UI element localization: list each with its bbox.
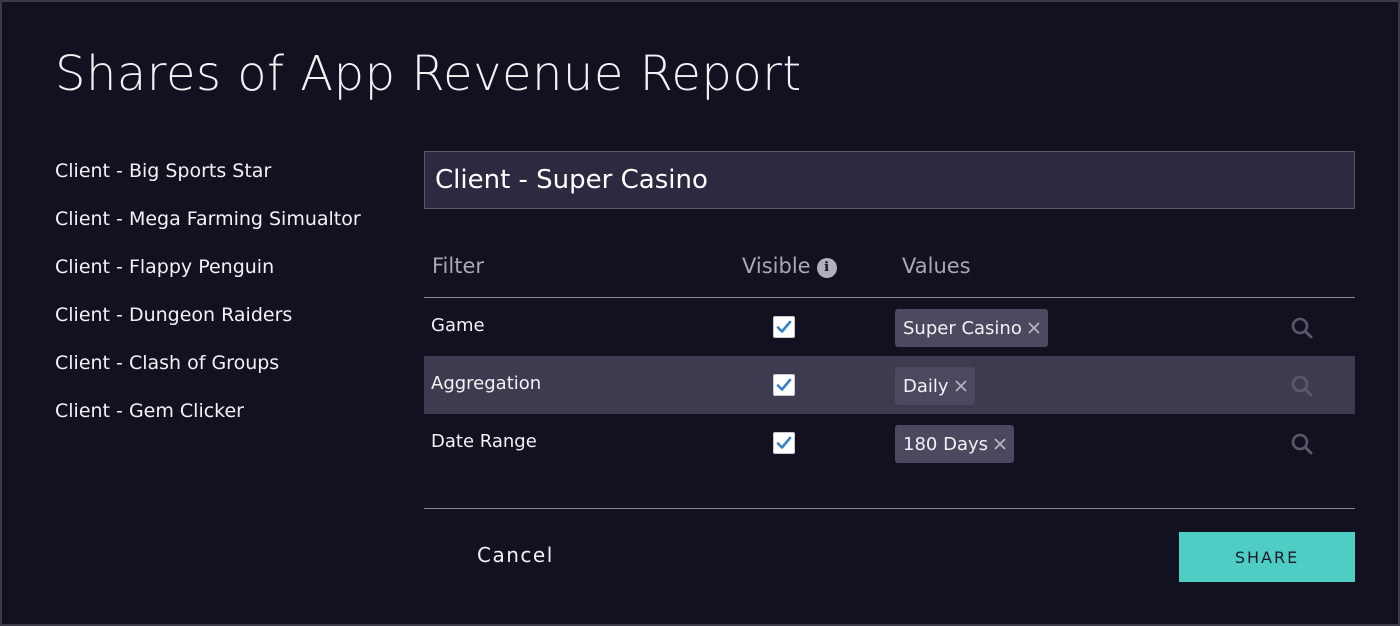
- checkmark-icon: [776, 436, 792, 449]
- filter-name: Date Range: [431, 431, 537, 452]
- value-tag-label: Super Casino: [903, 317, 1022, 339]
- value-tag: Daily: [895, 367, 975, 405]
- visible-checkbox[interactable]: [773, 316, 795, 338]
- share-report-dialog: Shares of App Revenue Report Client - Bi…: [0, 0, 1400, 626]
- client-list: Client - Big Sports Star Client - Mega F…: [55, 160, 361, 448]
- cancel-button[interactable]: Cancel: [477, 543, 554, 567]
- checkmark-icon: [776, 378, 792, 391]
- visible-column-header: Visible i: [742, 254, 837, 278]
- client-list-item[interactable]: Client - Mega Farming Simualtor: [55, 208, 361, 256]
- client-list-item[interactable]: Client - Gem Clicker: [55, 400, 361, 448]
- filter-table-header: Filter Visible i Values: [424, 242, 1355, 298]
- info-icon[interactable]: i: [816, 257, 837, 278]
- search-icon[interactable]: [1290, 374, 1314, 402]
- value-tag: Super Casino: [895, 309, 1048, 347]
- share-button[interactable]: SHARE: [1179, 532, 1355, 582]
- client-list-item[interactable]: Client - Dungeon Raiders: [55, 304, 361, 352]
- client-list-item[interactable]: Client - Big Sports Star: [55, 160, 361, 208]
- filter-name: Aggregation: [431, 373, 542, 394]
- value-tag-label: 180 Days: [903, 433, 988, 455]
- page-title: Shares of App Revenue Report: [55, 46, 802, 102]
- close-icon[interactable]: [954, 380, 967, 392]
- selected-client-field[interactable]: Client - Super Casino: [424, 151, 1355, 209]
- close-icon[interactable]: [1028, 322, 1040, 334]
- values-column-header: Values: [902, 254, 971, 278]
- filter-name: Game: [431, 315, 485, 336]
- close-icon[interactable]: [994, 438, 1006, 450]
- search-icon[interactable]: [1290, 316, 1314, 344]
- visible-checkbox[interactable]: [773, 432, 795, 454]
- checkmark-icon: [776, 320, 792, 333]
- client-list-item[interactable]: Client - Clash of Groups: [55, 352, 361, 400]
- value-tag-label: Daily: [903, 375, 949, 397]
- table-row: Aggregation Daily: [424, 356, 1355, 414]
- visible-column-label: Visible: [742, 254, 811, 278]
- footer-divider: [424, 508, 1355, 509]
- client-list-item[interactable]: Client - Flappy Penguin: [55, 256, 361, 304]
- value-tag: 180 Days: [895, 425, 1014, 463]
- search-icon[interactable]: [1290, 432, 1314, 460]
- table-row: Game Super Casino: [424, 298, 1355, 356]
- filter-column-header: Filter: [432, 254, 485, 278]
- table-row: Date Range 180 Days: [424, 414, 1355, 472]
- visible-checkbox[interactable]: [773, 374, 795, 396]
